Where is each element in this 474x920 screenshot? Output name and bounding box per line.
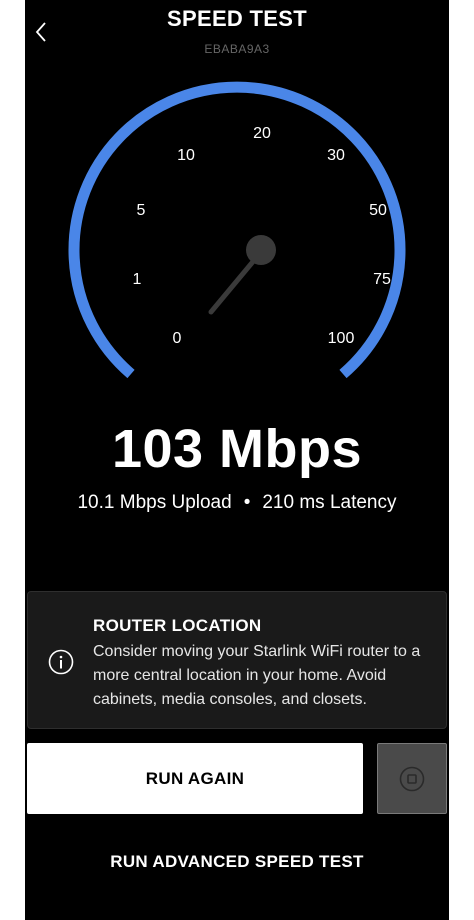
stats-separator: • — [243, 492, 251, 513]
gauge-label-50: 50 — [369, 202, 387, 219]
page-title: SPEED TEST — [167, 6, 307, 31]
gauge-hub — [246, 235, 276, 265]
gauge-label-5: 5 — [136, 202, 146, 219]
notice-title: ROUTER LOCATION — [93, 616, 262, 635]
gauge-label-20: 20 — [253, 125, 271, 142]
speed-stats: 10.1 Mbps Upload • 210 ms Latency — [25, 492, 449, 514]
speed-gauge: 0 1 5 10 20 30 50 75 100 — [65, 80, 409, 380]
gauge-label-0: 0 — [172, 330, 182, 347]
run-advanced-speed-test-button[interactable]: RUN ADVANCED SPEED TEST — [25, 852, 449, 872]
router-location-notice: ROUTER LOCATION Consider moving your Sta… — [27, 591, 447, 729]
gauge-label-10: 10 — [177, 147, 195, 164]
upload-speed: 10.1 Mbps Upload — [77, 492, 232, 513]
stop-button[interactable] — [377, 743, 447, 814]
stop-icon — [399, 766, 425, 791]
gauge-graphic — [68, 81, 406, 379]
download-speed: 103 Mbps — [111, 419, 363, 479]
gauge-label-30: 30 — [327, 147, 345, 164]
device-id: EBABA9A3 — [204, 42, 270, 56]
gauge-label-75: 75 — [373, 271, 391, 288]
info-icon — [48, 649, 74, 675]
gauge-label-1: 1 — [132, 271, 142, 288]
latency: 210 ms Latency — [262, 492, 397, 513]
gauge-label-100: 100 — [327, 330, 355, 347]
run-again-button[interactable]: RUN AGAIN — [27, 743, 363, 814]
speed-test-screen: SPEED TEST EBABA9A3 0 1 5 10 20 30 50 75… — [25, 0, 449, 920]
notice-message: Consider moving your Starlink WiFi route… — [93, 643, 421, 708]
